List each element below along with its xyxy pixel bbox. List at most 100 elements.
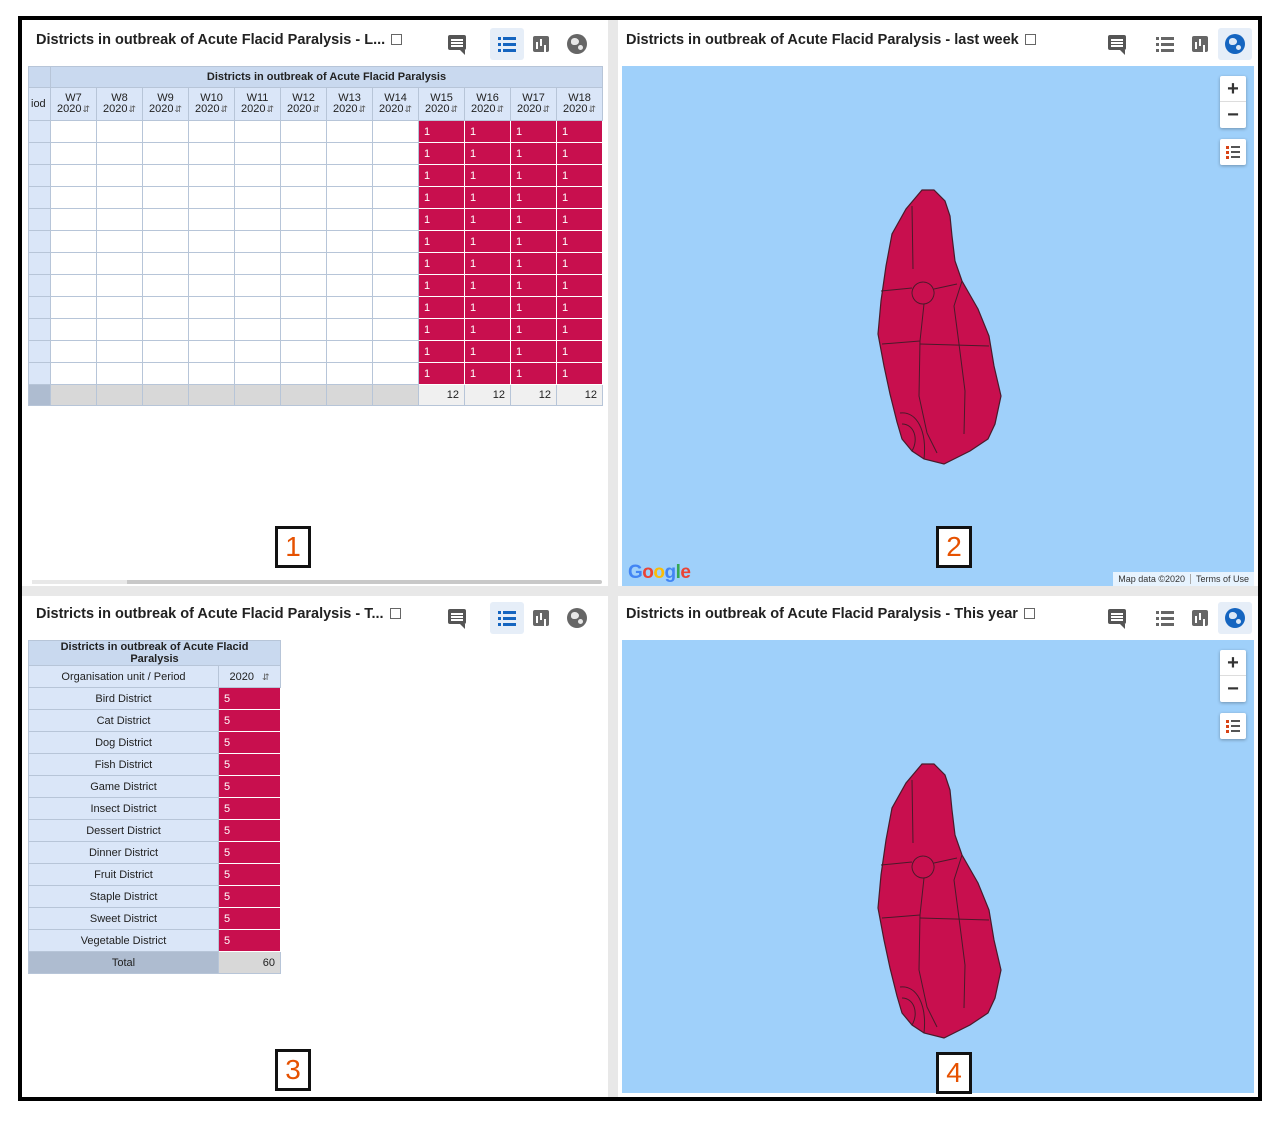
view-chart-button[interactable] xyxy=(524,602,558,634)
external-link-icon[interactable] xyxy=(389,608,401,619)
table-row: Vegetable District 5 xyxy=(28,929,281,952)
zoom-out-button[interactable]: − xyxy=(1220,676,1246,702)
terms-of-use-link[interactable]: Terms of Use xyxy=(1189,574,1254,584)
table-cell xyxy=(234,164,281,187)
view-chart-button[interactable] xyxy=(1183,602,1217,634)
district-map-shapes[interactable] xyxy=(622,66,1254,586)
sort-icon[interactable]: ⇵ xyxy=(312,104,320,114)
google-logo: Google xyxy=(628,562,691,584)
table-cell xyxy=(142,252,189,275)
sort-icon[interactable]: ⇵ xyxy=(82,104,90,114)
table-row: Fruit District 5 xyxy=(28,863,281,886)
column-header-w12[interactable]: W12 2020⇵ xyxy=(280,87,327,121)
sort-icon[interactable]: ⇵ xyxy=(262,672,270,682)
table-cell: 1 xyxy=(556,208,603,231)
comment-button[interactable] xyxy=(1100,602,1134,634)
sort-icon[interactable]: ⇵ xyxy=(128,104,136,114)
table-cell xyxy=(96,142,143,165)
district-shape[interactable] xyxy=(877,763,1002,1039)
table-row: Cat District 5 xyxy=(28,709,281,732)
item-title[interactable]: Districts in outbreak of Acute Flacid Pa… xyxy=(36,32,403,48)
table-cell xyxy=(280,230,327,253)
view-table-button[interactable] xyxy=(1148,28,1182,60)
row-header xyxy=(28,318,51,341)
legend-button[interactable] xyxy=(1220,713,1246,739)
column-header-w10[interactable]: W10 2020⇵ xyxy=(188,87,235,121)
sort-icon[interactable]: ⇵ xyxy=(358,104,366,114)
table-cell xyxy=(50,186,97,209)
item-title[interactable]: Districts in outbreak of Acute Flacid Pa… xyxy=(36,606,401,622)
external-link-icon[interactable] xyxy=(391,34,403,45)
row-header xyxy=(28,208,51,231)
item-title-text: Districts in outbreak of Acute Flacid Pa… xyxy=(626,606,1018,622)
district-map-shapes[interactable] xyxy=(622,640,1254,1093)
district-shape[interactable] xyxy=(877,189,1002,465)
sort-icon[interactable]: ⇵ xyxy=(174,104,182,114)
table-cell: 1 xyxy=(464,186,511,209)
view-chart-button[interactable] xyxy=(524,28,558,60)
table-cell xyxy=(50,142,97,165)
view-table-button[interactable] xyxy=(490,602,524,634)
sort-icon[interactable]: ⇵ xyxy=(266,104,274,114)
view-table-button[interactable] xyxy=(490,28,524,60)
sort-icon[interactable]: ⇵ xyxy=(588,104,596,114)
map-view[interactable]: + − Google Map data ©2020 Terms of Use xyxy=(622,66,1254,586)
sort-icon[interactable]: ⇵ xyxy=(496,104,504,114)
table-cell: 1 xyxy=(464,120,511,143)
comment-button[interactable] xyxy=(1100,28,1134,60)
column-header-w14[interactable]: W14 2020⇵ xyxy=(372,87,419,121)
column-header-w11[interactable]: W11 2020⇵ xyxy=(234,87,281,121)
sort-icon[interactable]: ⇵ xyxy=(542,104,550,114)
table-cell xyxy=(50,340,97,363)
sort-icon[interactable]: ⇵ xyxy=(220,104,228,114)
column-year: 2020 xyxy=(562,103,588,115)
total-cell xyxy=(372,384,419,406)
column-header-w9[interactable]: W9 2020⇵ xyxy=(142,87,189,121)
sort-icon[interactable]: ⇵ xyxy=(404,104,412,114)
zoom-out-button[interactable]: − xyxy=(1220,102,1246,128)
column-header-2020[interactable]: 2020 ⇵ xyxy=(218,665,281,688)
column-header-w16[interactable]: W16 2020⇵ xyxy=(464,87,511,121)
column-header-w17[interactable]: W17 2020⇵ xyxy=(510,87,557,121)
horizontal-scrollbar[interactable] xyxy=(32,580,602,584)
view-table-button[interactable] xyxy=(1148,602,1182,634)
table-cell: 1 xyxy=(418,362,465,385)
chart-icon xyxy=(1192,36,1208,52)
view-map-button[interactable] xyxy=(560,28,594,60)
column-header-w8[interactable]: W8 2020⇵ xyxy=(96,87,143,121)
table-cell: 5 xyxy=(218,819,281,842)
table-cell: 1 xyxy=(556,186,603,209)
sort-icon[interactable]: ⇵ xyxy=(450,104,458,114)
globe-icon xyxy=(1225,608,1245,628)
item-title[interactable]: Districts in outbreak of Acute Flacid Pa… xyxy=(626,32,1036,48)
view-map-button[interactable] xyxy=(1218,602,1252,634)
google-letter: o xyxy=(642,562,654,583)
table-cell xyxy=(234,252,281,275)
column-header-w7[interactable]: W7 2020⇵ xyxy=(50,87,97,121)
column-header-w15[interactable]: W15 2020⇵ xyxy=(418,87,465,121)
comment-button[interactable] xyxy=(440,28,474,60)
chart-icon xyxy=(533,36,549,52)
external-link-icon[interactable] xyxy=(1024,34,1036,45)
zoom-in-button[interactable]: + xyxy=(1220,76,1246,102)
table-cell xyxy=(234,208,281,231)
chart-icon xyxy=(533,610,549,626)
comment-icon xyxy=(1108,609,1126,629)
total-cell xyxy=(326,384,373,406)
item-title[interactable]: Districts in outbreak of Acute Flacid Pa… xyxy=(626,606,1035,622)
column-header-w18[interactable]: W18 2020⇵ xyxy=(556,87,603,121)
legend-button[interactable] xyxy=(1220,139,1246,165)
column-header-w13[interactable]: W13 2020⇵ xyxy=(326,87,373,121)
view-map-button[interactable] xyxy=(560,602,594,634)
view-map-button[interactable] xyxy=(1218,28,1252,60)
external-link-icon[interactable] xyxy=(1023,608,1035,619)
comment-button[interactable] xyxy=(440,602,474,634)
zoom-in-button[interactable]: + xyxy=(1220,650,1246,676)
org-unit-name: Dog District xyxy=(28,731,219,754)
table-cell xyxy=(142,318,189,341)
map-view[interactable]: + − xyxy=(622,640,1254,1093)
view-chart-button[interactable] xyxy=(1183,28,1217,60)
table-cell xyxy=(96,186,143,209)
table-cell xyxy=(188,274,235,297)
row-header xyxy=(28,120,51,143)
